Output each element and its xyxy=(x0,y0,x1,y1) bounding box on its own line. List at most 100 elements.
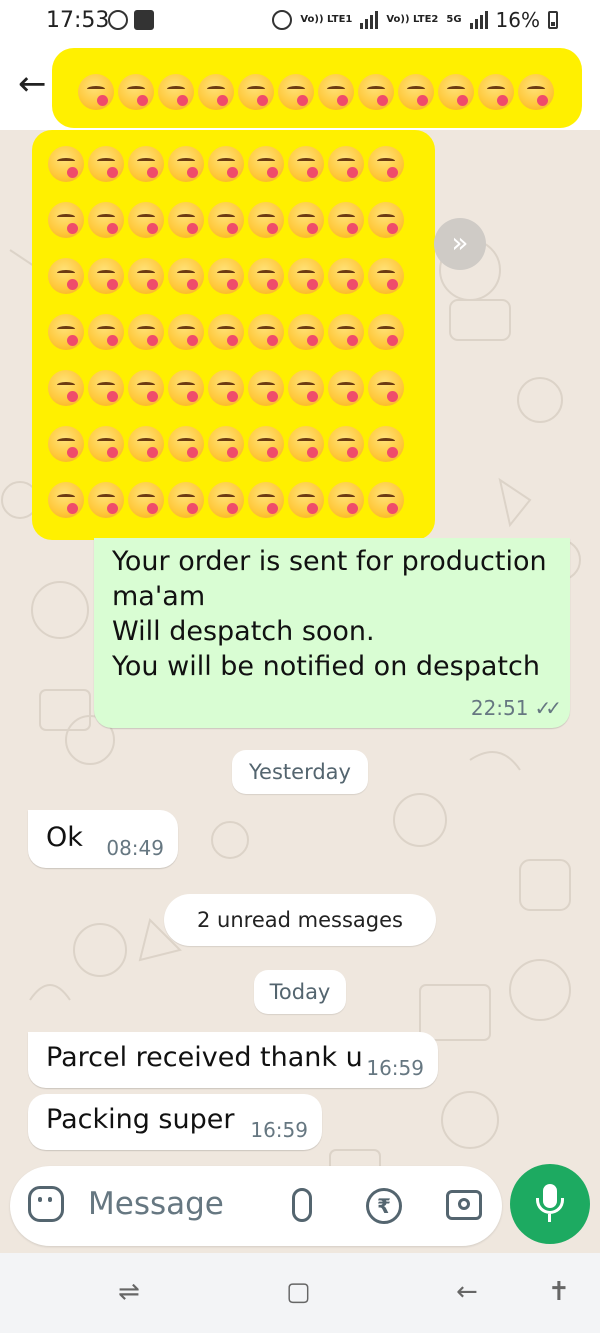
sim2-label: Vo)) LTE2 xyxy=(386,14,439,25)
yum-emoji-icon xyxy=(88,314,124,350)
back-icon[interactable]: ← xyxy=(456,1277,478,1307)
yum-emoji-icon xyxy=(328,258,364,294)
sticker-icon[interactable] xyxy=(28,1186,64,1222)
yum-emoji-icon xyxy=(518,74,554,110)
yum-emoji-icon xyxy=(328,426,364,462)
signal-icon xyxy=(360,11,379,29)
yum-emoji-icon xyxy=(328,482,364,518)
status-time: 17:53 xyxy=(46,8,110,33)
status-bar: 17:53 Vo)) LTE1 Vo)) LTE2 5G 16% xyxy=(0,0,600,44)
yum-emoji-icon xyxy=(78,74,114,110)
network-label: 5G xyxy=(446,14,462,25)
yum-emoji-icon xyxy=(368,202,404,238)
yum-emoji-icon xyxy=(128,426,164,462)
message-time: 16:59 xyxy=(250,1118,308,1142)
yum-emoji-icon xyxy=(288,314,324,350)
yum-emoji-icon xyxy=(208,370,244,406)
message-time: 22:51 xyxy=(470,696,529,720)
yum-emoji-icon xyxy=(48,482,84,518)
date-divider-yesterday: Yesterday xyxy=(232,750,368,794)
image-notification-icon xyxy=(134,10,154,30)
incoming-message-text: Parcel received thank u xyxy=(46,1042,363,1073)
yum-emoji-icon xyxy=(368,314,404,350)
battery-percent: 16% xyxy=(495,8,540,32)
yum-emoji-icon xyxy=(48,314,84,350)
arrow-left-icon[interactable]: ← xyxy=(18,64,47,104)
message-input[interactable] xyxy=(88,1186,278,1222)
yum-emoji-icon xyxy=(88,370,124,406)
yum-emoji-icon xyxy=(208,258,244,294)
home-icon[interactable]: ▢ xyxy=(286,1277,311,1307)
double-check-icon: ✓✓ xyxy=(534,696,561,720)
yum-emoji-icon xyxy=(478,74,514,110)
incoming-message[interactable]: Packing super 16:59 xyxy=(28,1094,322,1150)
recents-icon[interactable]: ⇌ xyxy=(118,1277,140,1307)
yum-emoji-icon xyxy=(208,482,244,518)
yum-emoji-icon xyxy=(48,426,84,462)
yum-emoji-icon xyxy=(328,202,364,238)
yum-emoji-icon xyxy=(88,258,124,294)
yum-emoji-icon xyxy=(368,482,404,518)
message-time: 16:59 xyxy=(366,1056,424,1080)
yum-emoji-icon xyxy=(128,146,164,182)
whatsapp-notification-icon xyxy=(108,10,128,30)
yum-emoji-icon xyxy=(88,482,124,518)
yum-emoji-icon xyxy=(168,482,204,518)
accessibility-icon[interactable]: ✝ xyxy=(548,1277,570,1307)
sim1-label: Vo)) LTE1 xyxy=(300,14,353,25)
yum-emoji-icon xyxy=(328,370,364,406)
yum-emoji-icon xyxy=(248,426,284,462)
yum-emoji-icon xyxy=(368,426,404,462)
yum-emoji-icon xyxy=(248,146,284,182)
yum-emoji-icon xyxy=(88,426,124,462)
yum-emoji-icon xyxy=(168,370,204,406)
unread-messages-banner: 2 unread messages xyxy=(164,894,436,946)
yum-emoji-icon xyxy=(88,146,124,182)
highlight-redaction-main xyxy=(32,130,435,540)
forward-icon[interactable]: » xyxy=(434,218,486,270)
yum-emoji-icon xyxy=(278,74,314,110)
yum-emoji-icon xyxy=(128,482,164,518)
highlight-redaction-top xyxy=(52,48,582,128)
yum-emoji-icon xyxy=(288,370,324,406)
yum-emoji-icon xyxy=(128,370,164,406)
yum-emoji-icon xyxy=(48,370,84,406)
date-divider-today: Today xyxy=(254,970,346,1014)
yum-emoji-icon xyxy=(248,202,284,238)
yum-emoji-icon xyxy=(328,314,364,350)
yum-emoji-icon xyxy=(208,202,244,238)
message-compose-bar: ₹ xyxy=(10,1166,502,1246)
yum-emoji-icon xyxy=(208,426,244,462)
yum-emoji-icon xyxy=(248,258,284,294)
incoming-message-text: Ok xyxy=(46,822,83,853)
yum-emoji-icon xyxy=(398,74,434,110)
yum-emoji-icon xyxy=(48,202,84,238)
yum-emoji-icon xyxy=(128,258,164,294)
yum-emoji-icon xyxy=(88,202,124,238)
rupee-icon[interactable]: ₹ xyxy=(366,1188,402,1224)
yum-emoji-icon xyxy=(248,482,284,518)
yum-emoji-icon xyxy=(168,314,204,350)
battery-icon xyxy=(548,11,558,29)
yum-emoji-icon xyxy=(368,146,404,182)
yum-emoji-icon xyxy=(288,146,324,182)
attach-icon[interactable] xyxy=(292,1188,312,1222)
yum-emoji-icon xyxy=(128,202,164,238)
yum-emoji-icon xyxy=(238,74,274,110)
alarm-icon xyxy=(272,10,293,30)
yum-emoji-icon xyxy=(158,74,194,110)
yum-emoji-icon xyxy=(168,258,204,294)
incoming-message[interactable]: Parcel received thank u 16:59 xyxy=(28,1032,438,1088)
mic-button[interactable] xyxy=(510,1164,590,1244)
yum-emoji-icon xyxy=(248,314,284,350)
message-time: 08:49 xyxy=(106,836,164,860)
yum-emoji-icon xyxy=(318,74,354,110)
yum-emoji-icon xyxy=(168,146,204,182)
yum-emoji-icon xyxy=(48,258,84,294)
yum-emoji-icon xyxy=(168,202,204,238)
camera-icon[interactable] xyxy=(446,1190,482,1220)
yum-emoji-icon xyxy=(368,370,404,406)
outgoing-message[interactable]: Your order is sent for production ma'am … xyxy=(94,538,570,728)
incoming-message[interactable]: Ok 08:49 xyxy=(28,810,178,868)
yum-emoji-icon xyxy=(198,74,234,110)
